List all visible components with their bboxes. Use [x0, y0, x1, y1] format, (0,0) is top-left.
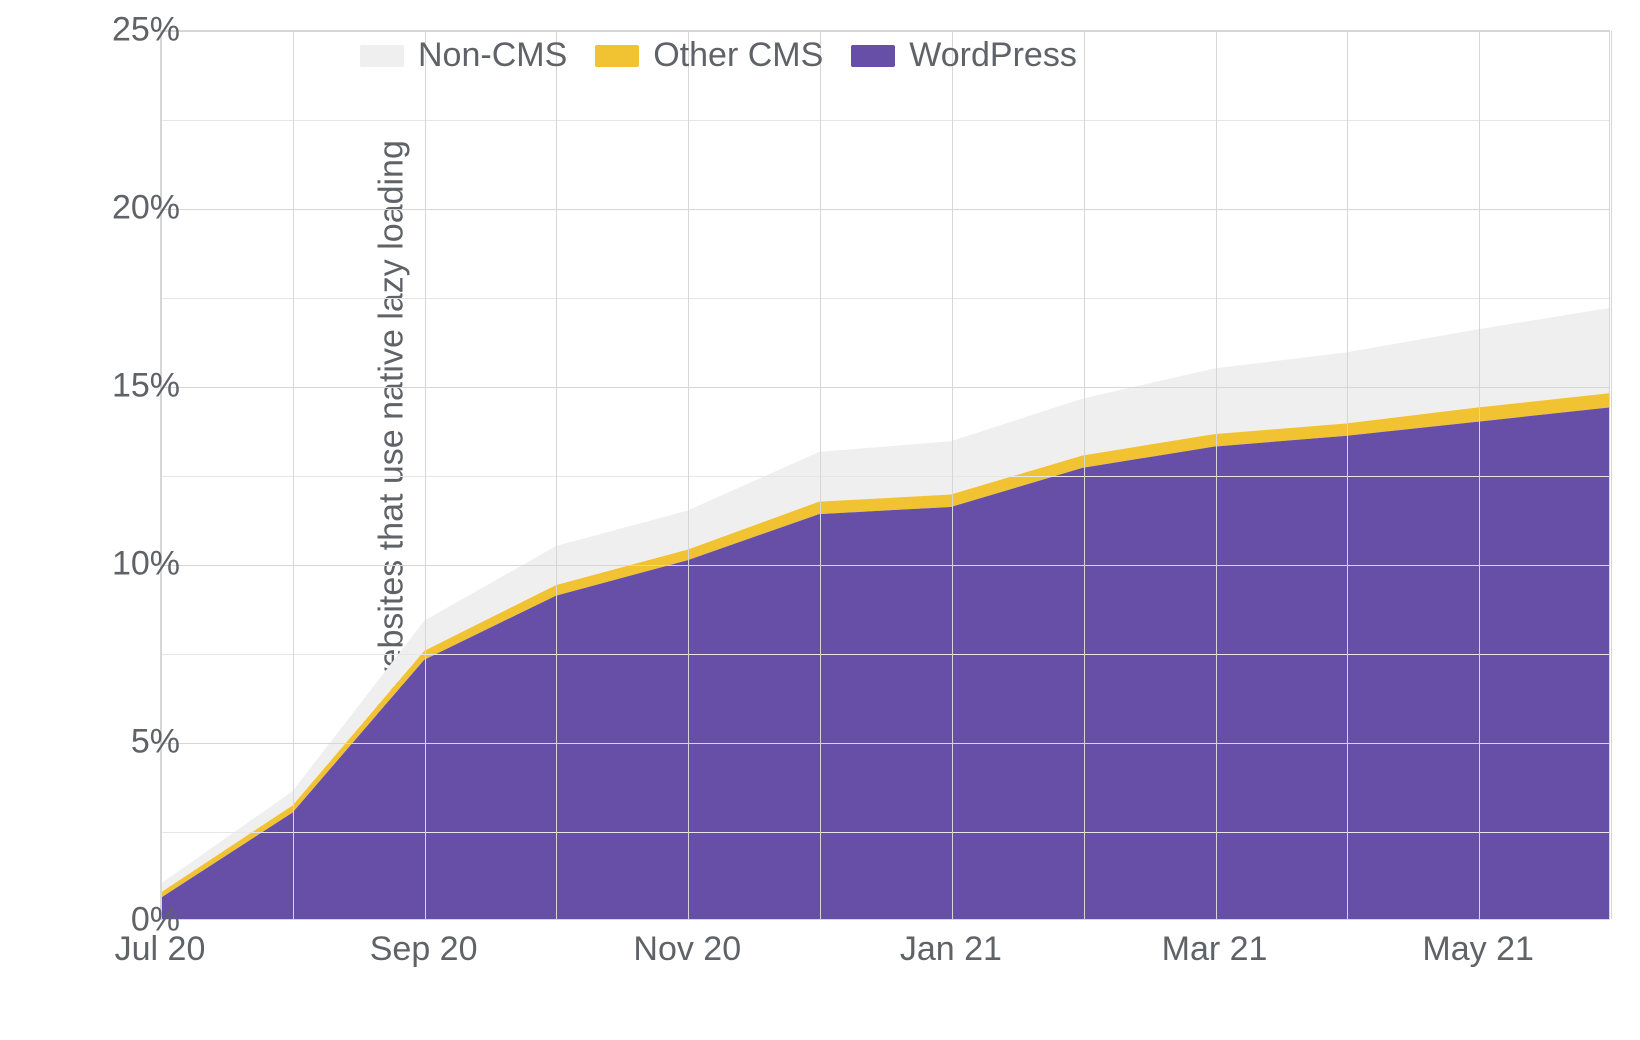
gridline-v — [1084, 31, 1085, 919]
gridline-h-minor — [161, 654, 1609, 655]
gridline-v — [293, 31, 294, 919]
gridline-v — [1216, 31, 1217, 919]
gridline-v — [820, 31, 821, 919]
gridline-v — [1611, 31, 1612, 919]
gridline-v — [161, 31, 162, 919]
gridline-h — [161, 31, 1609, 32]
gridline-v — [425, 31, 426, 919]
gridline-h — [161, 743, 1609, 744]
gridline-h-minor — [161, 476, 1609, 477]
x-tick-label: Sep 20 — [370, 930, 478, 969]
gridline-v — [1347, 31, 1348, 919]
gridline-h-minor — [161, 832, 1609, 833]
legend-label-noncms: Non-CMS — [418, 36, 567, 75]
gridline-h — [161, 209, 1609, 210]
x-tick-label: Jul 20 — [115, 930, 206, 969]
legend-item-noncms: Non-CMS — [360, 36, 567, 75]
legend-swatch-noncms — [360, 45, 404, 67]
gridline-v — [688, 31, 689, 919]
chart-container: Percent of all websites that use native … — [0, 0, 1640, 1040]
legend-swatch-wordpress — [851, 45, 895, 67]
legend-item-othercms: Other CMS — [595, 36, 823, 75]
x-tick-label: Jan 21 — [900, 930, 1002, 969]
legend-swatch-othercms — [595, 45, 639, 67]
gridline-h — [161, 387, 1609, 388]
legend: Non-CMS Other CMS WordPress — [360, 36, 1077, 75]
gridline-h-minor — [161, 120, 1609, 121]
gridline-v — [556, 31, 557, 919]
y-tick-label: 20% — [60, 189, 180, 228]
area-svg — [161, 31, 1609, 919]
legend-label-wordpress: WordPress — [909, 36, 1077, 75]
y-tick-label: 15% — [60, 367, 180, 406]
gridline-h — [161, 565, 1609, 566]
y-tick-label: 25% — [60, 11, 180, 50]
legend-item-wordpress: WordPress — [851, 36, 1077, 75]
gridline-v — [952, 31, 953, 919]
x-tick-label: Mar 21 — [1162, 930, 1268, 969]
x-tick-label: May 21 — [1422, 930, 1534, 969]
plot-area — [160, 30, 1610, 920]
gridline-h-minor — [161, 298, 1609, 299]
x-tick-label: Nov 20 — [633, 930, 741, 969]
legend-label-othercms: Other CMS — [653, 36, 823, 75]
y-tick-label: 10% — [60, 545, 180, 584]
gridline-v — [1479, 31, 1480, 919]
y-tick-label: 5% — [60, 723, 180, 762]
